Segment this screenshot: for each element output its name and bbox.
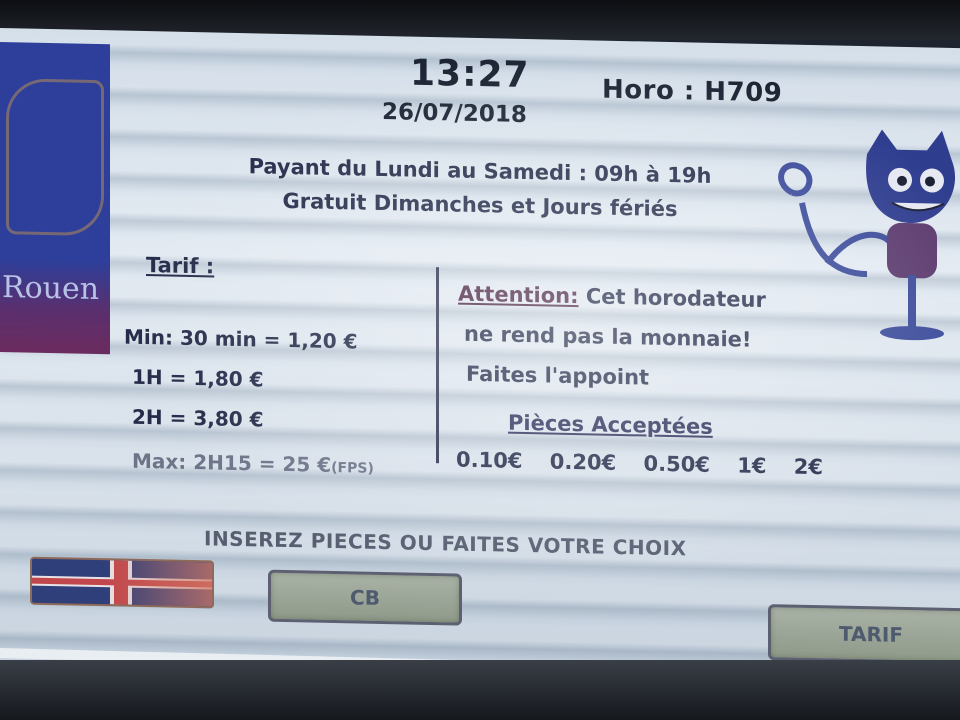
coin-value: 2€ <box>793 454 824 480</box>
tarif-button[interactable]: TARIF <box>768 604 960 665</box>
uk-flag-icon[interactable] <box>30 556 214 609</box>
coin-value: 0.10€ <box>456 447 523 473</box>
current-time: 13:27 <box>410 52 530 97</box>
rouen-crest: Rouen <box>0 42 110 355</box>
attention-notice: Attention: Cet horodateur ne rend pas la… <box>458 274 858 402</box>
accepted-coins-list: 0.10€ 0.20€ 0.50€ 1€ 2€ <box>456 448 841 480</box>
attention-text-3: Faites l'appoint <box>466 361 650 390</box>
coin-value: 1€ <box>737 453 767 479</box>
tarif-row-1h: 1H = 1,80 € <box>132 364 264 392</box>
payment-hours: Payant du Lundi au Samedi : 09h à 19h Gr… <box>160 147 800 228</box>
vertical-divider <box>436 267 439 464</box>
tarif-row-max: Max: 2H15 = 25 €(FPS) <box>132 449 374 478</box>
meter-id: Horo : H709 <box>602 74 783 109</box>
crest-city-name: Rouen <box>2 270 100 308</box>
tarif-panel: Tarif : Min: 30 min = 1,20 € 1H = 1,80 €… <box>124 253 444 477</box>
lion-emblem-icon <box>6 78 104 237</box>
fps-note: (FPS) <box>331 459 374 477</box>
tarif-heading: Tarif : <box>146 253 215 279</box>
insert-coins-instruction: INSEREZ PIECES OU FAITES VOTRE CHOIX <box>204 526 687 561</box>
tarif-row-2h: 2H = 3,80 € <box>132 404 264 432</box>
parking-meter-screen: Rouen 13:27 26/07/2018 Horo : H709 Payan… <box>0 28 960 689</box>
card-payment-button[interactable]: CB <box>268 569 462 626</box>
current-date: 26/07/2018 <box>382 99 527 129</box>
coin-value: 0.50€ <box>643 451 710 477</box>
attention-label: Attention: <box>458 281 579 309</box>
attention-text-1: Cet horodateur <box>585 284 766 313</box>
device-bezel-bottom <box>0 660 960 720</box>
tarif-row-min: Min: 30 min = 1,20 € <box>124 324 358 354</box>
flag-glare <box>104 560 212 607</box>
accepted-coins-heading: Pièces Acceptées <box>508 410 713 439</box>
coin-value: 0.20€ <box>549 449 617 475</box>
tarif-max-text: Max: 2H15 = 25 € <box>132 448 332 477</box>
